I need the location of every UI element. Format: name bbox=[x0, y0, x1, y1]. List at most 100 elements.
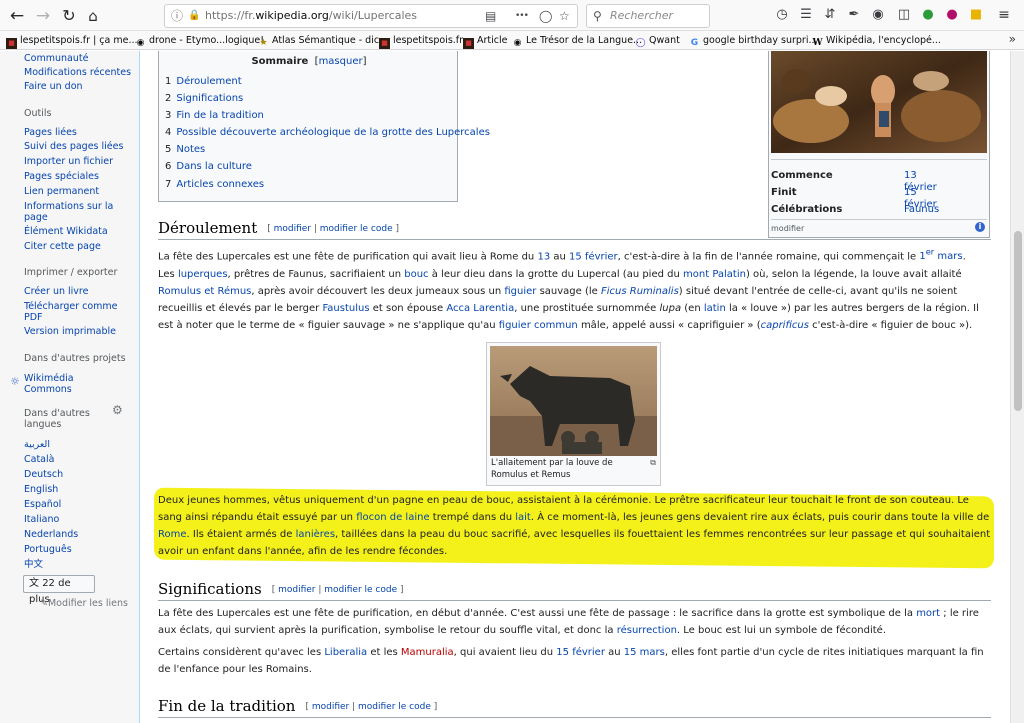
sidebar-lang-it[interactable]: Italiano bbox=[24, 514, 59, 525]
sidebar-heading-imprimer: Imprimer / exporter bbox=[24, 267, 118, 278]
extension-green-icon[interactable]: ● bbox=[920, 7, 936, 23]
sidebar-link-communaute[interactable]: Communauté bbox=[24, 53, 88, 64]
enlarge-icon[interactable]: ⧉ bbox=[650, 458, 656, 468]
wikimedia-commons-icon: ☼ bbox=[10, 375, 20, 388]
sidebar-lang-nl[interactable]: Nederlands bbox=[24, 529, 78, 540]
section-edit-links: [ modifier | modifier le code ] bbox=[271, 585, 404, 595]
menu-icon[interactable]: ≡ bbox=[996, 7, 1012, 23]
page-scrollbar[interactable] bbox=[1010, 51, 1024, 723]
sidebar-link-creer-livre[interactable]: Créer un livre bbox=[24, 286, 88, 297]
bookmark-item[interactable]: Ggoogle birthday surpri... bbox=[689, 33, 818, 48]
gear-icon[interactable]: ⚙ bbox=[112, 403, 123, 417]
site-info-icon[interactable]: ⓘ bbox=[171, 5, 183, 27]
sidebar-lang-pt[interactable]: Português bbox=[24, 544, 72, 555]
sidebar-link-imprimable[interactable]: Version imprimable bbox=[24, 326, 116, 337]
google-favicon: G bbox=[690, 38, 699, 48]
bookmark-item[interactable]: W Wikipédia, l'encyclopé... bbox=[812, 33, 941, 48]
thumbnail-figure: L'allaitement par la louve de Romulus et… bbox=[486, 342, 661, 486]
back-icon[interactable]: ← bbox=[6, 5, 28, 27]
section-edit-links: [ modifier | modifier le code ] bbox=[305, 702, 438, 712]
reader-view-icon[interactable]: ▤ bbox=[485, 5, 496, 27]
infobox-edit-link[interactable]: modifier bbox=[771, 224, 804, 233]
sidebar-lang-en[interactable]: English bbox=[24, 484, 58, 495]
search-placeholder: Rechercher bbox=[610, 9, 674, 22]
sidebar-link-commons[interactable]: Wikimédia Commons bbox=[24, 373, 84, 395]
paragraph-highlighted: Deux jeunes hommes, vêtus uniquement d'u… bbox=[158, 495, 991, 557]
url-text[interactable]: https://fr.wikipedia.org/wiki/Lupercales bbox=[205, 5, 417, 27]
toc-item[interactable]: 4 Possible découverte archéologique de la… bbox=[165, 127, 490, 139]
bookmark-item[interactable]: ■ Article bbox=[463, 33, 507, 49]
home-icon[interactable]: ⌂ bbox=[82, 5, 104, 27]
more-languages-button[interactable]: 文 22 de plus bbox=[23, 575, 95, 605]
infobox: Commence 13 février Finit 15 février Céléb… bbox=[768, 51, 990, 238]
sidebar-lang-de[interactable]: Deutsch bbox=[24, 469, 63, 480]
toc-title: Sommaire [masquer] bbox=[251, 56, 367, 67]
extension-tool-icon[interactable]: ✒ bbox=[846, 7, 862, 23]
infobox-painting[interactable] bbox=[771, 51, 987, 153]
scrollbar-thumb[interactable] bbox=[1014, 231, 1022, 411]
reload-icon[interactable]: ↻ bbox=[58, 5, 80, 27]
heading-fin-tradition: Fin de la tradition[ modifier | modifier… bbox=[158, 697, 438, 715]
bookmark-item[interactable]: ■ lespetitspois.fr bbox=[379, 33, 463, 49]
info-icon[interactable]: i bbox=[975, 222, 985, 232]
translate-icon: 文 bbox=[29, 578, 39, 589]
toc-item[interactable]: 6 Dans la culture bbox=[165, 161, 252, 173]
bookmark-item[interactable]: ◉ Le Trésor de la Langue... bbox=[512, 33, 643, 48]
search-box[interactable]: ⚲ Rechercher bbox=[586, 4, 710, 28]
lespetitspois-favicon: ■ bbox=[6, 38, 17, 49]
sidebar-link-pages-speciales[interactable]: Pages spéciales bbox=[24, 171, 99, 182]
wikipedia-favicon: W bbox=[812, 38, 823, 48]
sidebar-link-pdf[interactable]: Télécharger comme PDF bbox=[24, 301, 119, 323]
table-of-contents: Sommaire [masquer] 1 Déroulement 2 Signifi… bbox=[158, 51, 490, 202]
sidebar-link-don[interactable]: Faire un don bbox=[24, 81, 83, 92]
browser-toolbar: ← → ↻ ⌂ ⓘ 🔒 https://fr.wikipedia.org/wik… bbox=[0, 0, 1024, 31]
toc-toggle[interactable]: masquer bbox=[319, 56, 363, 67]
url-bar[interactable]: ⓘ 🔒 https://fr.wikipedia.org/wiki/Luperc… bbox=[164, 4, 578, 28]
sync-icon[interactable]: ⇵ bbox=[822, 7, 838, 23]
sidebar-lang-zh[interactable]: 中文 bbox=[24, 559, 43, 570]
sidebar-link-modifications[interactable]: Modifications récentes bbox=[24, 67, 131, 78]
pocket-icon[interactable]: ◯ bbox=[539, 5, 552, 27]
sidebar-link-informations[interactable]: Informations sur la page bbox=[24, 201, 114, 223]
thumbnail-caption: L'allaitement par la louve de Romulus et… bbox=[491, 458, 613, 480]
extension-globe-icon[interactable]: ◉ bbox=[870, 7, 886, 23]
extension-colors-icon[interactable]: ● bbox=[944, 7, 960, 23]
edit-interlanguage-links[interactable]: ✎Modifier les liens bbox=[40, 598, 128, 609]
forward-icon[interactable]: → bbox=[32, 5, 54, 27]
toc-item[interactable]: 7 Articles connexes bbox=[165, 179, 264, 191]
search-icon: ⚲ bbox=[593, 9, 602, 23]
sidebar-lang-ar[interactable]: العربية bbox=[24, 439, 50, 450]
heading-deroulement: Déroulement[ modifier | modifier le code… bbox=[158, 219, 400, 237]
bookmark-item[interactable]: ◯ Qwant bbox=[635, 33, 679, 48]
toc-item[interactable]: 1 Déroulement bbox=[165, 76, 242, 88]
extension-yellow-icon[interactable]: ■ bbox=[968, 7, 984, 23]
sidebar-icon[interactable]: ◫ bbox=[896, 7, 912, 23]
toc-item[interactable]: 2 Significations bbox=[165, 93, 243, 105]
paragraph: Les luperques, prêtres de Faunus, sacrif… bbox=[158, 269, 979, 331]
sidebar-link-wikidata[interactable]: Élément Wikidata bbox=[24, 226, 108, 237]
toc-item[interactable]: 5 Notes bbox=[165, 144, 205, 156]
bookmark-item[interactable]: ◉ drone - Etymo...logique! bbox=[135, 33, 264, 48]
sidebar-lang-ca[interactable]: Català bbox=[24, 454, 54, 465]
lock-icon: 🔒 bbox=[188, 10, 201, 21]
bookmarks-overflow-icon[interactable]: » bbox=[1009, 32, 1016, 46]
page-actions-icon[interactable]: ••• bbox=[515, 5, 529, 27]
sidebar-lang-es[interactable]: Español bbox=[24, 499, 61, 510]
heading-rule bbox=[158, 717, 991, 718]
library-icon[interactable]: ☰ bbox=[798, 7, 814, 23]
paragraph: Certains considèrent qu'avec les Liberal… bbox=[158, 647, 984, 675]
paragraph: La fête des Lupercales est une fête de p… bbox=[158, 608, 979, 636]
capitoline-wolf-image[interactable] bbox=[490, 346, 657, 456]
bookmark-item[interactable]: ■ lespetitspois.fr | ça me... bbox=[6, 33, 138, 49]
history-icon[interactable]: ◷ bbox=[774, 7, 790, 23]
bookmark-item[interactable]: ★ Atlas Sémantique - dic... bbox=[258, 33, 388, 48]
bookmark-star-icon[interactable]: ☆ bbox=[559, 5, 570, 27]
lespetitspois-favicon: ■ bbox=[379, 38, 390, 49]
sidebar-link-suivi[interactable]: Suivi des pages liées bbox=[24, 141, 123, 152]
sidebar-heading-projets: Dans d'autres projets bbox=[24, 353, 126, 364]
sidebar-link-citer[interactable]: Citer cette page bbox=[24, 241, 101, 252]
sidebar-link-importer[interactable]: Importer un fichier bbox=[24, 156, 113, 167]
sidebar-link-lien-permanent[interactable]: Lien permanent bbox=[24, 186, 99, 197]
toc-item[interactable]: 3 Fin de la tradition bbox=[165, 110, 264, 122]
sidebar-link-pages-liees[interactable]: Pages liées bbox=[24, 127, 77, 138]
